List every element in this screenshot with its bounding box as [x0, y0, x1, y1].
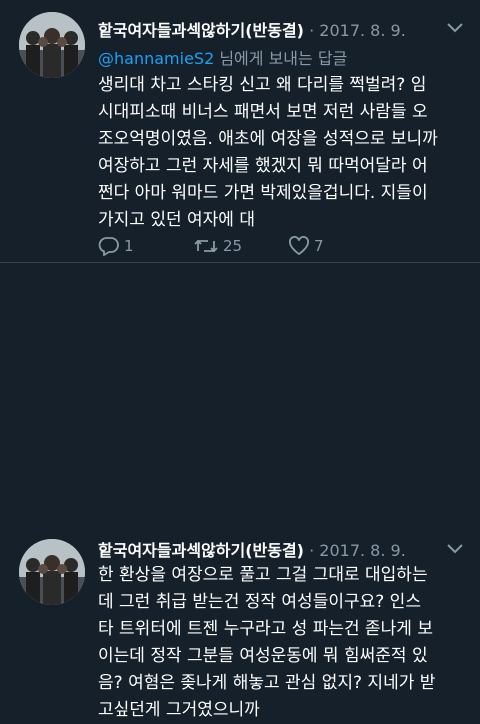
tweet-text-line: 쩐다 아마 워마드 가면 박제있을겁니다. 지들이	[98, 183, 428, 203]
tweet-text-line: 타 트위터에 트젠 누구라고 성 파는건 졷나게 보	[98, 619, 433, 639]
tweet-text-line: 생리대 차고 스타킹 신고 왜 다리를 쩍벌려? 임	[98, 75, 427, 95]
tweet-text: 한 환상을 여장으로 풀고 그걸 그대로 대입하는 데 그런 취급 받는건 정작…	[98, 562, 470, 724]
like-button[interactable]: 7	[288, 233, 324, 259]
tweet-text-line: 시대피소때 비너스 패면서 보면 저런 사람들 오	[98, 102, 428, 122]
tweet-text-line: 조오억명이였음. 애초에 여장을 성적으로 보니까	[98, 129, 438, 149]
reply-handle-link[interactable]: @hannamieS2	[98, 49, 214, 68]
tweet-text: 생리대 차고 스타킹 신고 왜 다리를 쩍벌려? 임 시대피소때 비너스 패면서…	[98, 72, 470, 234]
tweet-header: 핱국여자들과섹않하기(반동결) · 2017. 8. 9.	[98, 17, 406, 41]
reply-icon	[98, 237, 119, 256]
tweet-text-line: 여장하고 그런 자세를 했겠지 뭐 따먹어달라 어	[98, 156, 428, 176]
separator: ·	[309, 541, 315, 560]
tweet-text-line: 한 환상을 여장으로 풀고 그걸 그대로 대입하는	[98, 565, 428, 585]
like-count: 7	[314, 237, 324, 255]
reply-suffix: 님에게 보내는 답글	[214, 49, 348, 68]
reply-context: @hannamieS2 님에게 보내는 답글	[98, 45, 347, 69]
avatar[interactable]	[19, 539, 85, 605]
retweet-icon	[194, 239, 218, 253]
avatar[interactable]	[19, 12, 85, 78]
tweet-text-line: 음? 여혐은 좆나게 해놓고 관심 없지? 지네가 받	[98, 673, 436, 693]
chevron-down-icon[interactable]	[446, 22, 464, 34]
reply-button[interactable]: 1	[98, 233, 134, 259]
tweet-text-line: 고싶던게 그거였으니까	[98, 700, 260, 720]
tweet[interactable]: 핱국여자들과섹않하기(반동결) · 2017. 8. 9. @hannamieS…	[0, 0, 480, 263]
tweet-text-line: 이는데 정작 그분들 여성운동에 뭐 힘써준적 있	[98, 646, 428, 666]
tweet[interactable]: 핱국여자들과섹않하기(반동결) · 2017. 8. 9. 한 환상을 여장으로…	[0, 263, 480, 720]
reply-count: 1	[124, 237, 134, 255]
display-name[interactable]: 핱국여자들과섹않하기(반동결)	[98, 541, 304, 560]
display-name[interactable]: 핱국여자들과섹않하기(반동결)	[98, 21, 304, 40]
tweet-actions: 1 25 7	[98, 233, 398, 259]
like-icon	[289, 236, 309, 256]
tweet-header: 핱국여자들과섹않하기(반동결) · 2017. 8. 9.	[98, 537, 406, 561]
retweet-button[interactable]: 25	[193, 233, 242, 259]
tweet-text-line: 데 그런 취급 받는건 정작 여성들이구요? 인스	[98, 592, 421, 612]
timestamp[interactable]: 2017. 8. 9.	[319, 21, 406, 40]
separator: ·	[309, 21, 315, 40]
tweet-text-line: 가지고 있던 여자에 대	[98, 210, 255, 230]
chevron-down-icon[interactable]	[446, 543, 464, 555]
retweet-count: 25	[223, 237, 243, 255]
timestamp[interactable]: 2017. 8. 9.	[319, 541, 406, 560]
